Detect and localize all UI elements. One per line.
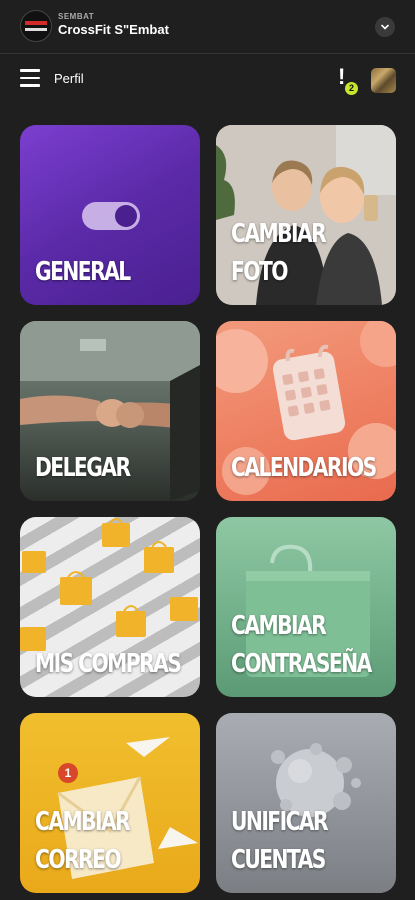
- notifications-button[interactable]: ! 2: [334, 64, 358, 95]
- gym-name: CrossFit S"Embat: [58, 22, 169, 37]
- change-password-label: CAMBIAR CONTRASEÑA: [231, 611, 372, 679]
- unify-accounts-tile[interactable]: UNIFICAR CUENTAS: [216, 713, 396, 893]
- page-title: Perfil: [54, 71, 84, 86]
- general-label: GENERAL: [35, 257, 131, 287]
- exclamation-icon: !: [338, 64, 346, 89]
- calendars-label: CALENDARIOS: [231, 453, 377, 483]
- gym-subtitle: SEMBAT: [58, 12, 95, 21]
- notification-badge: 2: [345, 82, 358, 95]
- svg-text:1: 1: [65, 766, 72, 780]
- delegate-tile[interactable]: DELEGAR: [20, 321, 200, 501]
- hamburger-menu-icon[interactable]: [20, 69, 40, 87]
- chevron-down-icon: [381, 24, 389, 30]
- change-password-tile[interactable]: CAMBIAR CONTRASEÑA: [216, 517, 396, 697]
- unify-accounts-label: UNIFICAR CUENTAS: [231, 807, 329, 875]
- avatar[interactable]: [371, 68, 396, 93]
- my-purchases-tile[interactable]: MIS COMPRAS: [20, 517, 200, 697]
- change-email-label: CAMBIAR CORREO: [35, 807, 131, 875]
- gym-selector[interactable]: SEMBAT CrossFit S"Embat: [58, 12, 169, 37]
- calendars-tile[interactable]: CALENDARIOS: [216, 321, 396, 501]
- gym-dropdown-button[interactable]: [375, 17, 395, 37]
- delegate-label: DELEGAR: [35, 453, 131, 483]
- gym-logo-icon: [20, 10, 52, 42]
- change-photo-tile[interactable]: CAMBIAR FOTO: [216, 125, 396, 305]
- gym-header: SEMBAT CrossFit S"Embat: [0, 0, 415, 54]
- change-email-tile[interactable]: 1 CAMBIAR CORREO: [20, 713, 200, 893]
- top-nav-bar: Perfil ! 2: [0, 55, 415, 103]
- general-tile[interactable]: GENERAL: [20, 125, 200, 305]
- change-photo-label: CAMBIAR FOTO: [231, 219, 327, 287]
- profile-options-grid: GENERAL CAMBIAR FOTO DELEGAR CALENDARIOS…: [20, 125, 396, 893]
- my-purchases-label: MIS COMPRAS: [35, 649, 182, 679]
